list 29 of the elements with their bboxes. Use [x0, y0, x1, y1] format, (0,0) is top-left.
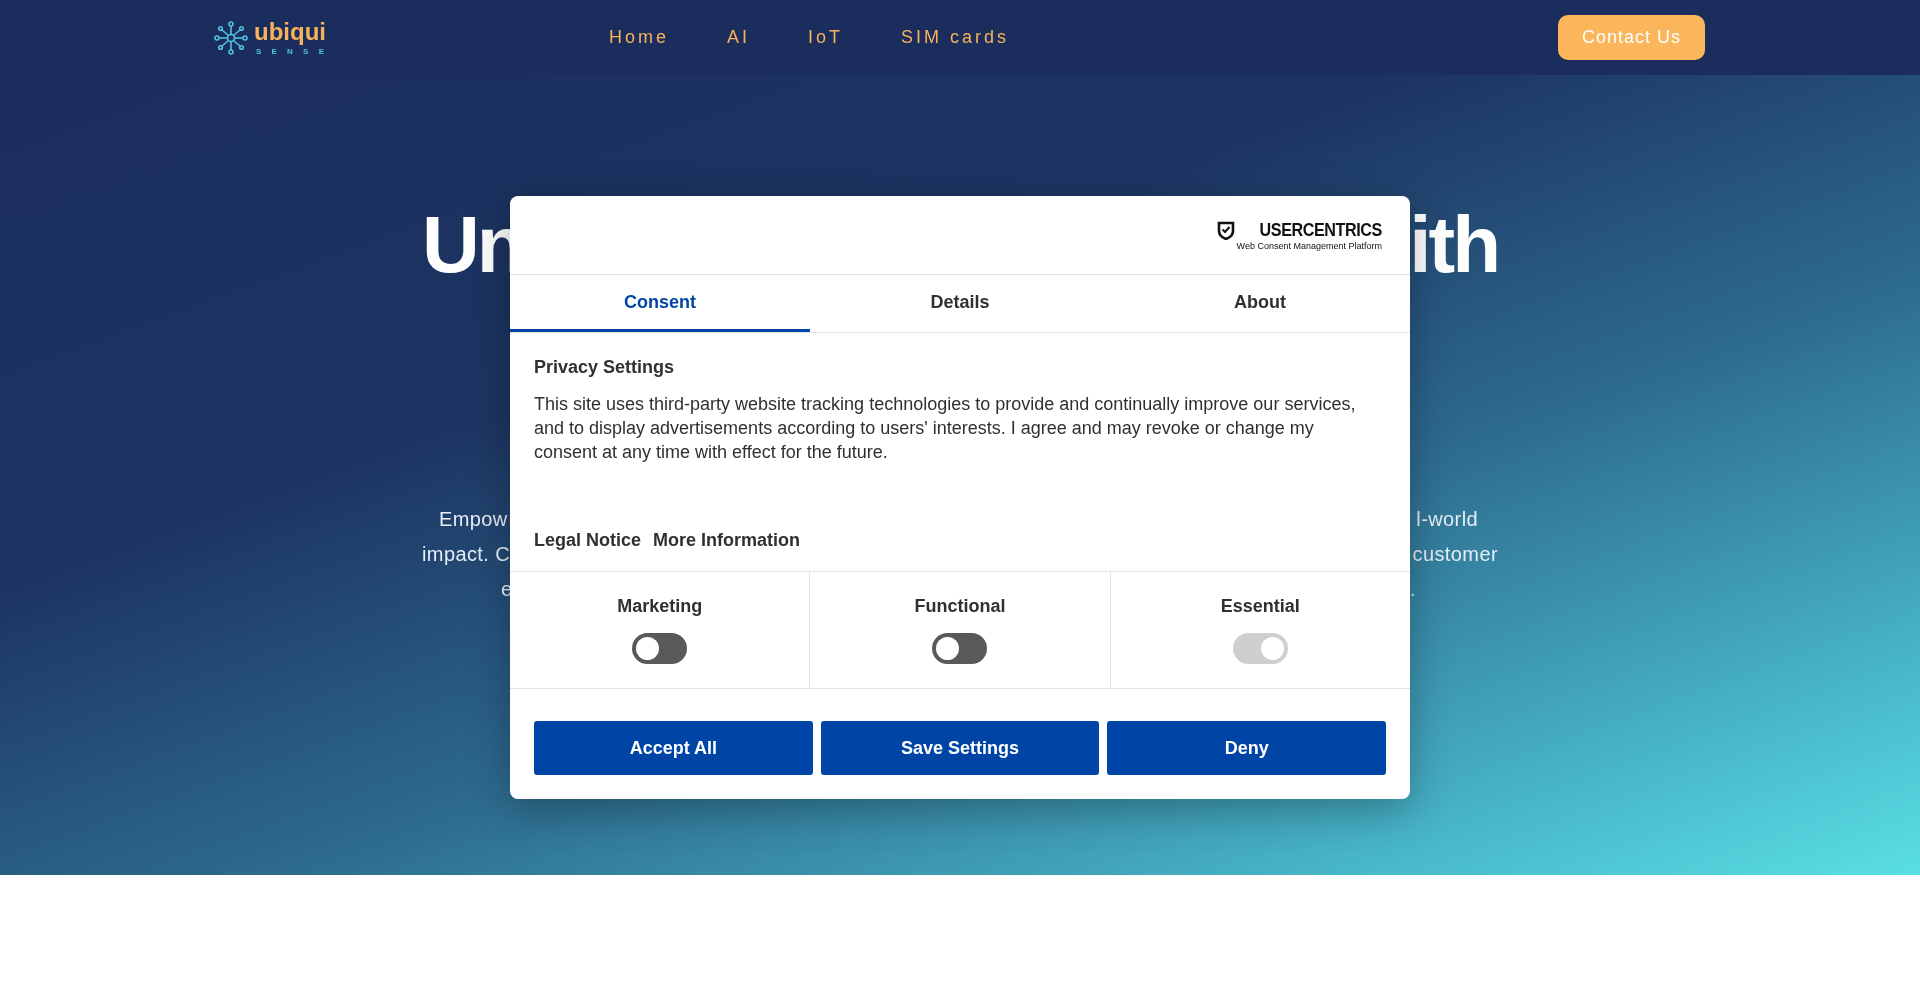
deny-button[interactable]: Deny — [1107, 721, 1386, 775]
dialog-tab[interactable]: Consent — [510, 275, 810, 332]
brand-subtitle: Web Consent Management Platform — [1236, 241, 1382, 251]
nav-link[interactable]: SIM cards — [901, 27, 1010, 48]
hero-text: impact. C — [422, 542, 511, 567]
hero-text: customer — [1412, 542, 1498, 567]
toggle-switch[interactable] — [932, 633, 988, 664]
shield-check-icon — [1217, 220, 1236, 240]
save-settings-button[interactable]: Save Settings — [820, 721, 1100, 775]
nav-link[interactable]: Home — [609, 27, 669, 48]
nav-link[interactable]: AI — [727, 27, 751, 48]
dialog-title: Privacy Settings — [534, 357, 676, 378]
text-link[interactable]: More Information — [653, 530, 801, 551]
hero-text: l-world — [1416, 507, 1478, 532]
logo-wordmark[interactable]: ubiqui — [254, 19, 328, 44]
molecule-icon — [214, 20, 248, 55]
toggle-switch[interactable] — [632, 633, 688, 664]
dialog-description: This site uses third-party website tracking technologies to provide and continually improve our services, and to display advertisements according to users' interests. I agree and may revoke or change my consent at any time with effect for the future. — [534, 393, 1357, 464]
hero-text: . — [1410, 577, 1416, 602]
category-label: Essential — [1220, 596, 1300, 617]
nav-link[interactable]: IoT — [808, 27, 844, 48]
category-label: Marketing — [617, 596, 703, 617]
category-label: Functional — [914, 596, 1006, 617]
accept-all-button[interactable]: Accept All — [534, 721, 813, 775]
hero-heading: ith — [1409, 200, 1498, 290]
brand-name: USERCENTRICS — [1259, 219, 1382, 241]
text-link[interactable]: Legal Notice — [534, 530, 642, 551]
hero-text: Empow — [439, 507, 508, 532]
logo-tagline: S E N S E — [256, 46, 328, 56]
